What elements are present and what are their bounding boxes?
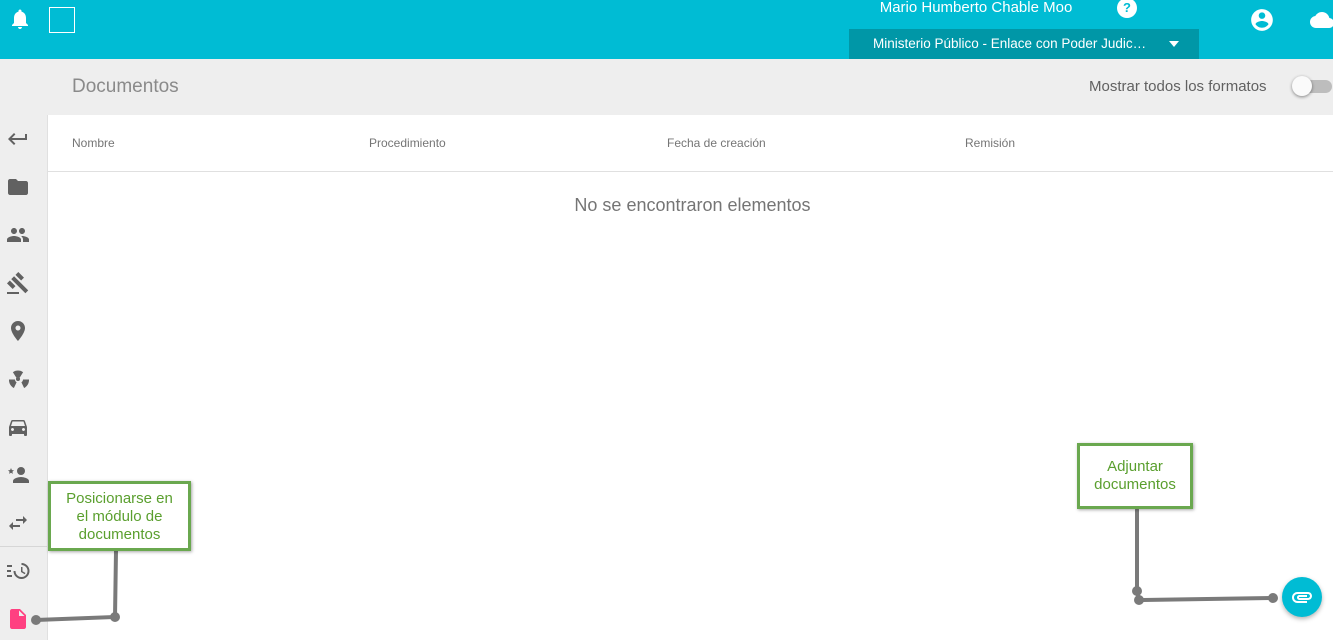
history-icon[interactable] xyxy=(6,559,30,583)
page-title: Documentos xyxy=(72,76,179,97)
role-select-value: Ministerio Público - Enlace con Poder Ju… xyxy=(873,36,1147,51)
column-header-procedimiento[interactable]: Procedimiento xyxy=(369,136,446,150)
column-header-nombre[interactable]: Nombre xyxy=(72,136,115,150)
bell-icon[interactable] xyxy=(8,7,32,31)
annotation-line: el módulo de xyxy=(76,508,163,525)
sidebar xyxy=(0,115,48,640)
folder-icon[interactable] xyxy=(6,175,30,199)
connector-dot xyxy=(110,612,120,622)
show-all-formats-toggle[interactable] xyxy=(1292,76,1332,96)
location-pin-icon[interactable] xyxy=(6,319,30,343)
page-header: Documentos Mostrar todos los formatos xyxy=(0,59,1333,115)
car-icon[interactable] xyxy=(6,415,30,439)
empty-state-message: No se encontraron elementos xyxy=(574,195,811,215)
sidebar-divider xyxy=(0,546,47,547)
annotation-documents-module: Posicionarse en el módulo de documentos xyxy=(48,481,191,551)
gavel-icon[interactable] xyxy=(6,271,30,295)
annotation-attach-documents: Adjuntar documentos xyxy=(1077,443,1193,509)
connector-line-documents-module xyxy=(34,549,118,622)
person-star-icon[interactable] xyxy=(6,463,30,487)
document-icon[interactable] xyxy=(6,607,30,631)
arrow-back-icon[interactable] xyxy=(6,127,30,151)
annotation-line: Adjuntar xyxy=(1107,458,1163,475)
attachment-icon xyxy=(1292,592,1312,603)
toggle-thumb xyxy=(1292,76,1312,96)
documents-table-header: Nombre Procedimiento Fecha de creación R… xyxy=(48,115,1333,172)
connector-dot xyxy=(1268,593,1278,603)
chevron-down-icon xyxy=(1169,41,1179,47)
connector-dot xyxy=(1134,595,1144,605)
radioactive-icon[interactable] xyxy=(6,367,30,391)
cloud-icon[interactable] xyxy=(1307,8,1333,32)
annotation-line: Posicionarse en xyxy=(66,490,173,507)
account-circle-icon[interactable] xyxy=(1249,7,1275,33)
people-icon[interactable] xyxy=(6,223,30,247)
role-select[interactable]: Ministerio Público - Enlace con Poder Ju… xyxy=(849,29,1199,59)
square-outline-icon[interactable] xyxy=(49,7,75,33)
top-bar: Mario Humberto Chable Moo ? Ministerio P… xyxy=(0,0,1333,59)
connector-dot xyxy=(1132,586,1142,596)
app-root: Mario Humberto Chable Moo ? Ministerio P… xyxy=(0,0,1333,640)
annotation-line: documentos xyxy=(78,526,161,543)
connector-line-attach xyxy=(1135,508,1275,603)
swap-arrows-icon[interactable] xyxy=(6,511,30,535)
show-all-formats-label: Mostrar todos los formatos xyxy=(1089,78,1267,95)
attach-document-button[interactable] xyxy=(1282,577,1322,617)
help-icon[interactable]: ? xyxy=(1117,0,1137,18)
column-header-remision[interactable]: Remisión xyxy=(965,136,1015,150)
column-header-fecha-creacion[interactable]: Fecha de creación xyxy=(667,136,766,150)
annotation-line: documentos xyxy=(1094,476,1176,493)
user-name: Mario Humberto Chable Moo xyxy=(879,0,1073,16)
